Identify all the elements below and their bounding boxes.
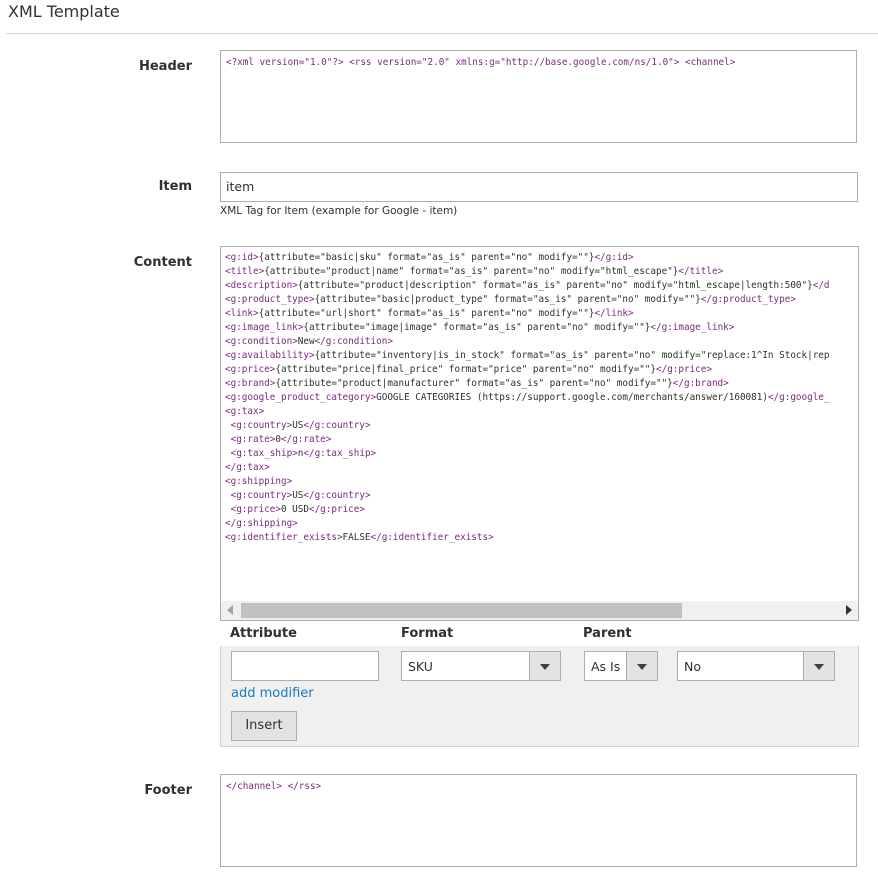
content-line: <g:id>{attribute="basic|sku" format="as_…	[225, 252, 634, 263]
xml-tag: </g:google_	[767, 392, 830, 403]
content-line: <g:image_link>{attribute="image|image" f…	[225, 322, 735, 333]
xml-tag: </title>	[678, 266, 724, 277]
title-divider	[6, 33, 878, 34]
xml-tag: </g:brand>	[672, 378, 729, 389]
xml-tag: <g:country>	[230, 420, 293, 431]
format-select[interactable]: As Is	[584, 651, 658, 681]
xml-tag: <g:availability>	[225, 350, 315, 361]
parent-select-value: No	[684, 659, 701, 674]
content-line: </g:tax>	[225, 461, 854, 475]
content-line: <link>{attribute="url|short" format="as_…	[225, 308, 634, 319]
chevron-down-icon	[540, 664, 550, 670]
attribute-select-arrow	[529, 652, 560, 680]
content-line: <description>{attribute="product|descrip…	[225, 280, 830, 291]
xml-tag: </g:shipping>	[225, 518, 298, 529]
xml-tag: </g:tax_ship>	[303, 448, 377, 459]
xml-tag: <g:price>	[230, 504, 281, 515]
parent-column-label: Parent	[583, 626, 632, 641]
content-line: <g:availability>{attribute="inventory|is…	[225, 350, 830, 361]
format-select-value: As Is	[591, 659, 621, 674]
parent-select-arrow	[803, 652, 834, 680]
content-code: <g:id>{attribute="basic|sku" format="as_…	[221, 247, 858, 549]
footer-label: Footer	[144, 783, 192, 798]
content-line: <g:country>US</g:country>	[230, 420, 371, 431]
content-line: <g:google_product_category>GOOGLE CATEGO…	[225, 392, 830, 403]
horizontal-scrollbar[interactable]	[221, 601, 858, 620]
scroll-right-arrow-icon[interactable]	[846, 605, 852, 615]
xml-tag: </g:image_link>	[650, 322, 735, 333]
xml-tag: </g:id>	[594, 252, 634, 263]
item-label: Item	[158, 179, 192, 194]
header-label: Header	[138, 59, 192, 74]
content-line: <g:rate>0</g:rate>	[230, 434, 332, 445]
header-textarea[interactable]: <?xml version="1.0"?> <rss version="2.0"…	[220, 50, 857, 143]
footer-value: </channel> </rss>	[226, 781, 322, 792]
xml-tag: <g:price>	[225, 364, 276, 375]
insert-button[interactable]: Insert	[231, 711, 297, 741]
xml-tag: <g:tax>	[225, 406, 265, 417]
header-value: <?xml version="1.0"?> <rss version="2.0"…	[226, 57, 736, 68]
format-select-arrow	[626, 652, 657, 680]
xml-tag: <g:image_link>	[225, 322, 304, 333]
insert-panel-body: SKU As Is No add modifier Insert	[220, 646, 859, 747]
xml-tag: <g:product_type>	[225, 294, 315, 305]
xml-tag: <g:tax_ship>	[230, 448, 298, 459]
content-line: <g:tax>	[225, 405, 854, 419]
content-line: <g:product_type>{attribute="basic|produc…	[225, 294, 796, 305]
content-line: <g:price>0 USD</g:price>	[230, 504, 365, 515]
xml-tag: </d	[812, 280, 830, 291]
content-line: <g:tax_ship>n</g:tax_ship>	[230, 448, 377, 459]
xml-tag: </g:rate>	[281, 434, 332, 445]
item-note: XML Tag for Item (example for Google - i…	[220, 205, 458, 217]
chevron-down-icon	[637, 664, 647, 670]
xml-tag: <g:google_product_category>	[225, 392, 377, 403]
xml-tag: <title>	[225, 266, 265, 277]
content-line: <g:shipping>	[225, 475, 854, 489]
chevron-down-icon	[814, 664, 824, 670]
format-column-label: Format	[401, 626, 454, 641]
attribute-select[interactable]: SKU	[401, 651, 561, 681]
insert-panel: Attribute Format Parent SKU As Is No add…	[220, 621, 859, 747]
scroll-left-arrow-icon[interactable]	[227, 605, 233, 615]
xml-tag: <g:country>	[230, 490, 293, 501]
xml-tag: </link>	[594, 308, 634, 319]
xml-tag: </g:price>	[656, 364, 712, 375]
content-line: <g:price>{attribute="price|final_price" …	[225, 364, 712, 375]
xml-tag: </g:tax>	[225, 462, 270, 473]
insert-panel-header: Attribute Format Parent	[220, 621, 676, 646]
xml-tag: <g:identifier_exists>	[225, 532, 343, 543]
footer-textarea[interactable]: </channel> </rss>	[220, 774, 857, 867]
attribute-input[interactable]	[231, 651, 379, 681]
content-line: </g:shipping>	[225, 517, 854, 531]
xml-tag: <g:id>	[225, 252, 259, 263]
item-input[interactable]: item	[220, 172, 858, 202]
xml-tag: </g:price>	[308, 504, 365, 515]
xml-tag: </g:condition>	[314, 336, 393, 347]
xml-tag: <description>	[225, 280, 298, 291]
scroll-thumb[interactable]	[241, 603, 682, 618]
xml-tag: <g:brand>	[225, 378, 276, 389]
xml-tag: <g:rate>	[230, 434, 276, 445]
content-textarea[interactable]: <g:id>{attribute="basic|sku" format="as_…	[220, 246, 859, 621]
parent-select[interactable]: No	[677, 651, 835, 681]
xml-tag: </g:identifier_exists>	[370, 532, 494, 543]
content-line: <g:identifier_exists>FALSE</g:identifier…	[225, 532, 494, 543]
attribute-select-value: SKU	[408, 659, 433, 674]
content-label: Content	[133, 255, 192, 270]
attribute-column-label: Attribute	[230, 626, 297, 641]
xml-tag: <g:shipping>	[225, 476, 293, 487]
xml-tag: </g:product_type>	[700, 294, 796, 305]
content-line: <g:country>US</g:country>	[230, 490, 371, 501]
content-line: <g:condition>New</g:condition>	[225, 336, 393, 347]
add-modifier-link[interactable]: add modifier	[231, 686, 314, 701]
xml-tag: <link>	[225, 308, 259, 319]
xml-tag: </g:country>	[303, 490, 371, 501]
xml-tag: </g:country>	[303, 420, 371, 431]
xml-tag: <g:condition>	[225, 336, 298, 347]
content-line: <title>{attribute="product|name" format=…	[225, 266, 724, 277]
content-line: <g:brand>{attribute="product|manufacture…	[225, 378, 729, 389]
section-title: XML Template	[8, 2, 120, 21]
